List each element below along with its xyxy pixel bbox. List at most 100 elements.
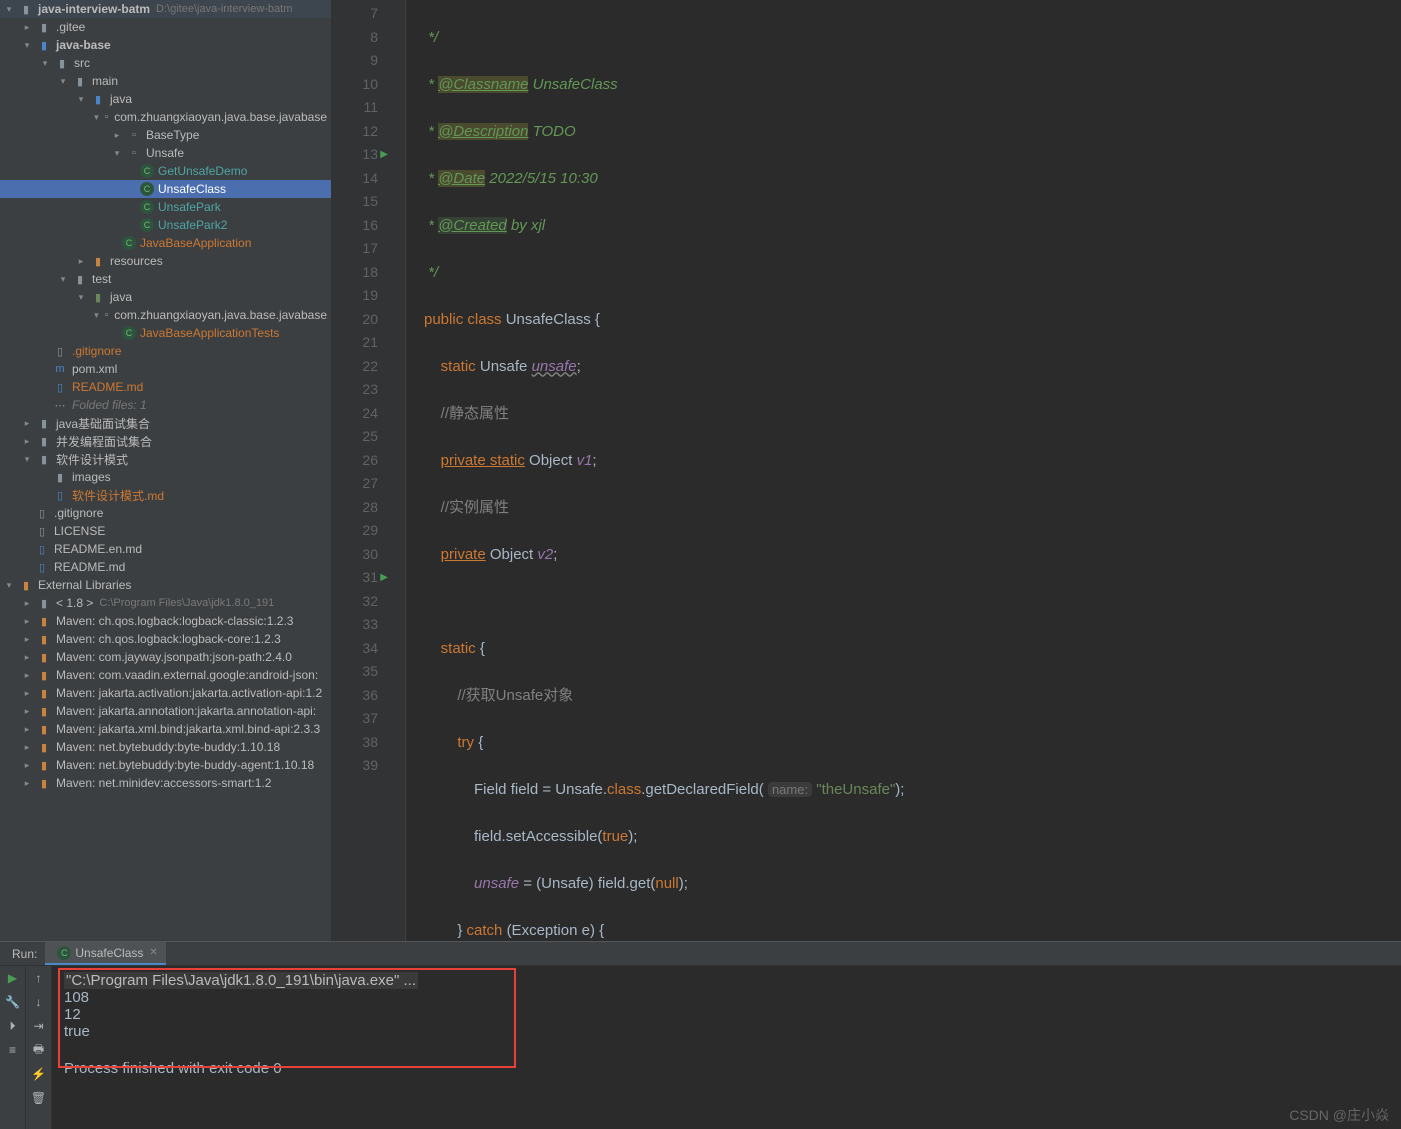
tree-images[interactable]: ▮images [0, 468, 331, 486]
tree-gitignore2[interactable]: ▯.gitignore [0, 504, 331, 522]
file-icon: ▯ [34, 505, 50, 521]
class-icon: C [57, 946, 71, 960]
close-icon[interactable]: ✕ [149, 947, 157, 958]
tree-unsafepark[interactable]: CUnsafePark [0, 198, 331, 216]
tree-getunsafe[interactable]: CGetUnsafeDemo [0, 162, 331, 180]
tree-design[interactable]: ▾▮软件设计模式 [0, 450, 331, 468]
folder-icon: ▮ [36, 433, 52, 449]
editor[interactable]: 7 8 9 10 11 12 13▶ 14 15 16 17 18 19 20 … [332, 0, 1401, 941]
console-output[interactable]: "C:\Program Files\Java\jdk1.8.0_191\bin\… [52, 966, 1401, 1129]
tree-package[interactable]: ▾▫com.zhuangxiaoyan.java.base.javabase [0, 108, 331, 126]
tree-basetype[interactable]: ▸▫BaseType [0, 126, 331, 144]
tree-m1[interactable]: ▸▮Maven: ch.qos.logback:logback-classic:… [0, 612, 331, 630]
tree-m8[interactable]: ▸▮Maven: net.bytebuddy:byte-buddy:1.10.1… [0, 738, 331, 756]
settings-button[interactable]: 🔧 [3, 992, 23, 1012]
tree-m5[interactable]: ▸▮Maven: jakarta.activation:jakarta.acti… [0, 684, 331, 702]
folder-icon: ▮ [54, 55, 70, 71]
wrap-button[interactable]: ⇥ [29, 1016, 49, 1036]
tree-unsafe-pkg[interactable]: ▾▫Unsafe [0, 144, 331, 162]
pin-button[interactable]: ⏵ [3, 1016, 23, 1036]
tree-m6[interactable]: ▸▮Maven: jakarta.annotation:jakarta.anno… [0, 702, 331, 720]
tree-pom[interactable]: mpom.xml [0, 360, 331, 378]
tree-m9[interactable]: ▸▮Maven: net.bytebuddy:byte-buddy-agent:… [0, 756, 331, 774]
project-root[interactable]: ▾▮java-interview-batmD:\gitee\java-inter… [0, 0, 331, 18]
tree-design-md[interactable]: ▯软件设计模式.md [0, 486, 331, 504]
print-button[interactable]: 🖶 [29, 1040, 49, 1060]
library-icon: ▮ [36, 775, 52, 791]
run-gutter-icon[interactable]: ▶ [380, 566, 388, 590]
run-gutter-icon[interactable]: ▶ [380, 143, 388, 167]
run-tab[interactable]: C UnsafeClass ✕ [45, 942, 165, 965]
tree-main[interactable]: ▾▮main [0, 72, 331, 90]
markdown-icon: ▯ [52, 379, 68, 395]
more-button[interactable]: ≡ [3, 1040, 23, 1060]
tree-java-base[interactable]: ▾▮java-base [0, 36, 331, 54]
source-folder-icon: ▮ [90, 91, 106, 107]
down-button[interactable]: ↓ [29, 992, 49, 1012]
markdown-icon: ▯ [34, 541, 50, 557]
tree-unsafeclass[interactable]: CUnsafeClass [0, 180, 331, 198]
tree-m3[interactable]: ▸▮Maven: com.jayway.jsonpath:json-path:2… [0, 648, 331, 666]
run-tab-title: UnsafeClass [75, 946, 143, 960]
class-icon: C [140, 164, 154, 178]
library-icon: ▮ [36, 757, 52, 773]
clear-button[interactable]: 🗑 [29, 1088, 49, 1108]
filter-button[interactable]: ⚡ [29, 1064, 49, 1084]
folder-icon: ▮ [36, 415, 52, 431]
console-cmd: "C:\Program Files\Java\jdk1.8.0_191\bin\… [64, 972, 418, 989]
tree-test-java[interactable]: ▾▮java [0, 288, 331, 306]
library-icon: ▮ [36, 685, 52, 701]
tree-java[interactable]: ▾▮java [0, 90, 331, 108]
folder-icon: ▮ [72, 271, 88, 287]
tree-unsafepark2[interactable]: CUnsafePark2 [0, 216, 331, 234]
run-panel: Run: C UnsafeClass ✕ ▶ 🔧 ⏵ ≡ ↑ ↓ ⇥ 🖶 ⚡ 🗑… [0, 941, 1401, 1129]
library-icon: ▮ [36, 613, 52, 629]
ellipsis-icon: ⋯ [52, 397, 68, 413]
run-toolbar-left: ▶ 🔧 ⏵ ≡ [0, 966, 26, 1129]
console-line: 108 [64, 989, 1389, 1006]
maven-icon: m [52, 361, 68, 377]
tree-readme2[interactable]: ▯README.md [0, 558, 331, 576]
tree-m4[interactable]: ▸▮Maven: com.vaadin.external.google:andr… [0, 666, 331, 684]
tree-m7[interactable]: ▸▮Maven: jakarta.xml.bind:jakarta.xml.bi… [0, 720, 331, 738]
tree-m10[interactable]: ▸▮Maven: net.minidev:accessors-smart:1.2 [0, 774, 331, 792]
package-icon: ▫ [103, 109, 111, 125]
rerun-button[interactable]: ▶ [3, 968, 23, 988]
tree-gitignore1[interactable]: ▯.gitignore [0, 342, 331, 360]
run-tab-bar: Run: C UnsafeClass ✕ [0, 942, 1401, 966]
package-icon: ▫ [126, 127, 142, 143]
markdown-icon: ▯ [34, 559, 50, 575]
tree-resources[interactable]: ▸▮resources [0, 252, 331, 270]
fold-column[interactable] [392, 0, 406, 941]
tree-jdk[interactable]: ▸▮< 1.8 >C:\Program Files\Java\jdk1.8.0_… [0, 594, 331, 612]
code-content[interactable]: */ * @Classname UnsafeClass * @Descripti… [406, 0, 1401, 941]
class-icon: C [140, 218, 154, 232]
class-icon: C [140, 182, 154, 196]
tree-readme-en[interactable]: ▯README.en.md [0, 540, 331, 558]
tree-gitee[interactable]: ▸▮.gitee [0, 18, 331, 36]
up-button[interactable]: ↑ [29, 968, 49, 988]
class-icon: C [122, 326, 136, 340]
tree-tests[interactable]: CJavaBaseApplicationTests [0, 324, 331, 342]
package-icon: ▫ [126, 145, 142, 161]
tree-test[interactable]: ▾▮test [0, 270, 331, 288]
tree-readme1[interactable]: ▯README.md [0, 378, 331, 396]
test-folder-icon: ▮ [90, 289, 106, 305]
folder-icon: ▮ [36, 19, 52, 35]
file-icon: ▯ [52, 343, 68, 359]
tree-src[interactable]: ▾▮src [0, 54, 331, 72]
tree-javabaseapp[interactable]: CJavaBaseApplication [0, 234, 331, 252]
project-tree[interactable]: ▾▮java-interview-batmD:\gitee\java-inter… [0, 0, 332, 941]
tree-m2[interactable]: ▸▮Maven: ch.qos.logback:logback-core:1.2… [0, 630, 331, 648]
markdown-icon: ▯ [52, 487, 68, 503]
tree-ext-lib[interactable]: ▾▮External Libraries [0, 576, 331, 594]
tree-folded[interactable]: ⋯Folded files: 1 [0, 396, 331, 414]
library-icon: ▮ [36, 721, 52, 737]
library-icon: ▮ [36, 667, 52, 683]
tree-license[interactable]: ▯LICENSE [0, 522, 331, 540]
folder-icon: ▮ [72, 73, 88, 89]
tree-concurrent[interactable]: ▸▮并发编程面试集合 [0, 432, 331, 450]
tree-test-pkg[interactable]: ▾▫com.zhuangxiaoyan.java.base.javabase [0, 306, 331, 324]
run-toolbar-right: ↑ ↓ ⇥ 🖶 ⚡ 🗑 [26, 966, 52, 1129]
tree-java-basic[interactable]: ▸▮java基础面试集合 [0, 414, 331, 432]
